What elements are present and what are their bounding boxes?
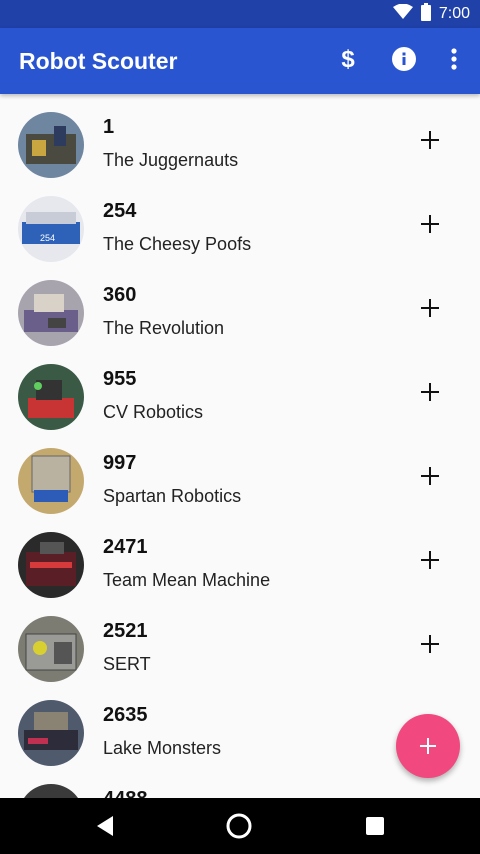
home-button[interactable] bbox=[221, 808, 257, 844]
team-row[interactable]: 997 Spartan Robotics bbox=[0, 430, 480, 514]
team-name: Team Mean Machine bbox=[103, 570, 271, 590]
team-number: 2635 bbox=[103, 704, 148, 726]
team-name: The Revolution bbox=[103, 318, 225, 338]
add-scout-button[interactable] bbox=[418, 128, 442, 152]
battery-icon bbox=[420, 2, 431, 26]
team-avatar bbox=[18, 448, 84, 514]
team-name: SERT bbox=[103, 654, 151, 674]
plus-icon bbox=[421, 299, 439, 317]
team-avatar bbox=[18, 364, 84, 430]
team-number: 2471 bbox=[103, 536, 148, 558]
team-number: 997 bbox=[103, 452, 137, 474]
team-name: Lake Monsters bbox=[103, 738, 222, 758]
info-icon bbox=[391, 46, 417, 77]
more-vert-icon bbox=[450, 47, 458, 76]
plus-icon bbox=[421, 215, 439, 233]
team-number: 2521 bbox=[103, 620, 148, 642]
team-row[interactable]: 2471 Team Mean Machine bbox=[0, 514, 480, 598]
team-avatar: 254 bbox=[18, 196, 84, 262]
team-row[interactable]: 254 254 The Cheesy Poofs bbox=[0, 178, 480, 262]
team-name: CV Robotics bbox=[103, 402, 204, 422]
add-scout-button[interactable] bbox=[418, 632, 442, 656]
overflow-menu-button[interactable] bbox=[430, 28, 478, 94]
wifi-icon bbox=[392, 3, 413, 25]
team-number: 955 bbox=[103, 368, 137, 390]
team-name: Spartan Robotics bbox=[103, 486, 242, 506]
plus-icon bbox=[421, 635, 439, 653]
team-number: 254 bbox=[103, 200, 137, 222]
team-number: 1 bbox=[103, 116, 115, 138]
team-avatar bbox=[18, 280, 84, 346]
back-button[interactable] bbox=[87, 808, 123, 844]
add-scout-button[interactable] bbox=[418, 464, 442, 488]
add-scout-button[interactable] bbox=[418, 212, 442, 236]
add-icon bbox=[420, 738, 436, 754]
navigation-bar bbox=[0, 798, 480, 854]
team-avatar bbox=[18, 112, 84, 178]
recents-icon bbox=[366, 817, 384, 835]
status-bar: 7:00 bbox=[0, 0, 480, 28]
donate-button[interactable]: $ bbox=[324, 28, 372, 94]
status-time: 7:00 bbox=[438, 5, 470, 22]
add-team-fab[interactable] bbox=[396, 714, 460, 778]
plus-icon bbox=[421, 551, 439, 569]
team-number: 4488 bbox=[103, 788, 148, 798]
svg-text:$: $ bbox=[341, 46, 355, 73]
team-row[interactable]: 955 CV Robotics bbox=[0, 346, 480, 430]
add-scout-button[interactable] bbox=[418, 296, 442, 320]
home-icon bbox=[226, 813, 252, 839]
team-avatar bbox=[18, 616, 84, 682]
plus-icon bbox=[421, 131, 439, 149]
team-list[interactable]: 1 The Juggernauts 254 254 The Cheesy Poo… bbox=[0, 94, 480, 798]
add-scout-button[interactable] bbox=[418, 380, 442, 404]
team-number: 360 bbox=[103, 284, 137, 306]
team-avatar bbox=[18, 700, 84, 766]
team-name: The Juggernauts bbox=[103, 150, 239, 170]
team-name: The Cheesy Poofs bbox=[103, 234, 252, 254]
add-scout-button[interactable] bbox=[418, 548, 442, 572]
team-avatar bbox=[18, 532, 84, 598]
app-bar: Robot Scouter $ bbox=[0, 28, 480, 94]
app-title: Robot Scouter bbox=[19, 48, 178, 74]
team-row[interactable]: 2521 SERT bbox=[0, 598, 480, 682]
plus-icon bbox=[421, 467, 439, 485]
plus-icon bbox=[421, 383, 439, 401]
back-icon bbox=[97, 816, 113, 836]
recents-button[interactable] bbox=[357, 808, 393, 844]
info-button[interactable] bbox=[380, 28, 428, 94]
team-avatar bbox=[18, 784, 84, 798]
svg-text:254: 254 bbox=[40, 233, 55, 243]
team-row[interactable]: 1 The Juggernauts bbox=[0, 94, 480, 178]
dollar-icon: $ bbox=[336, 45, 360, 78]
team-row[interactable]: 360 The Revolution bbox=[0, 262, 480, 346]
